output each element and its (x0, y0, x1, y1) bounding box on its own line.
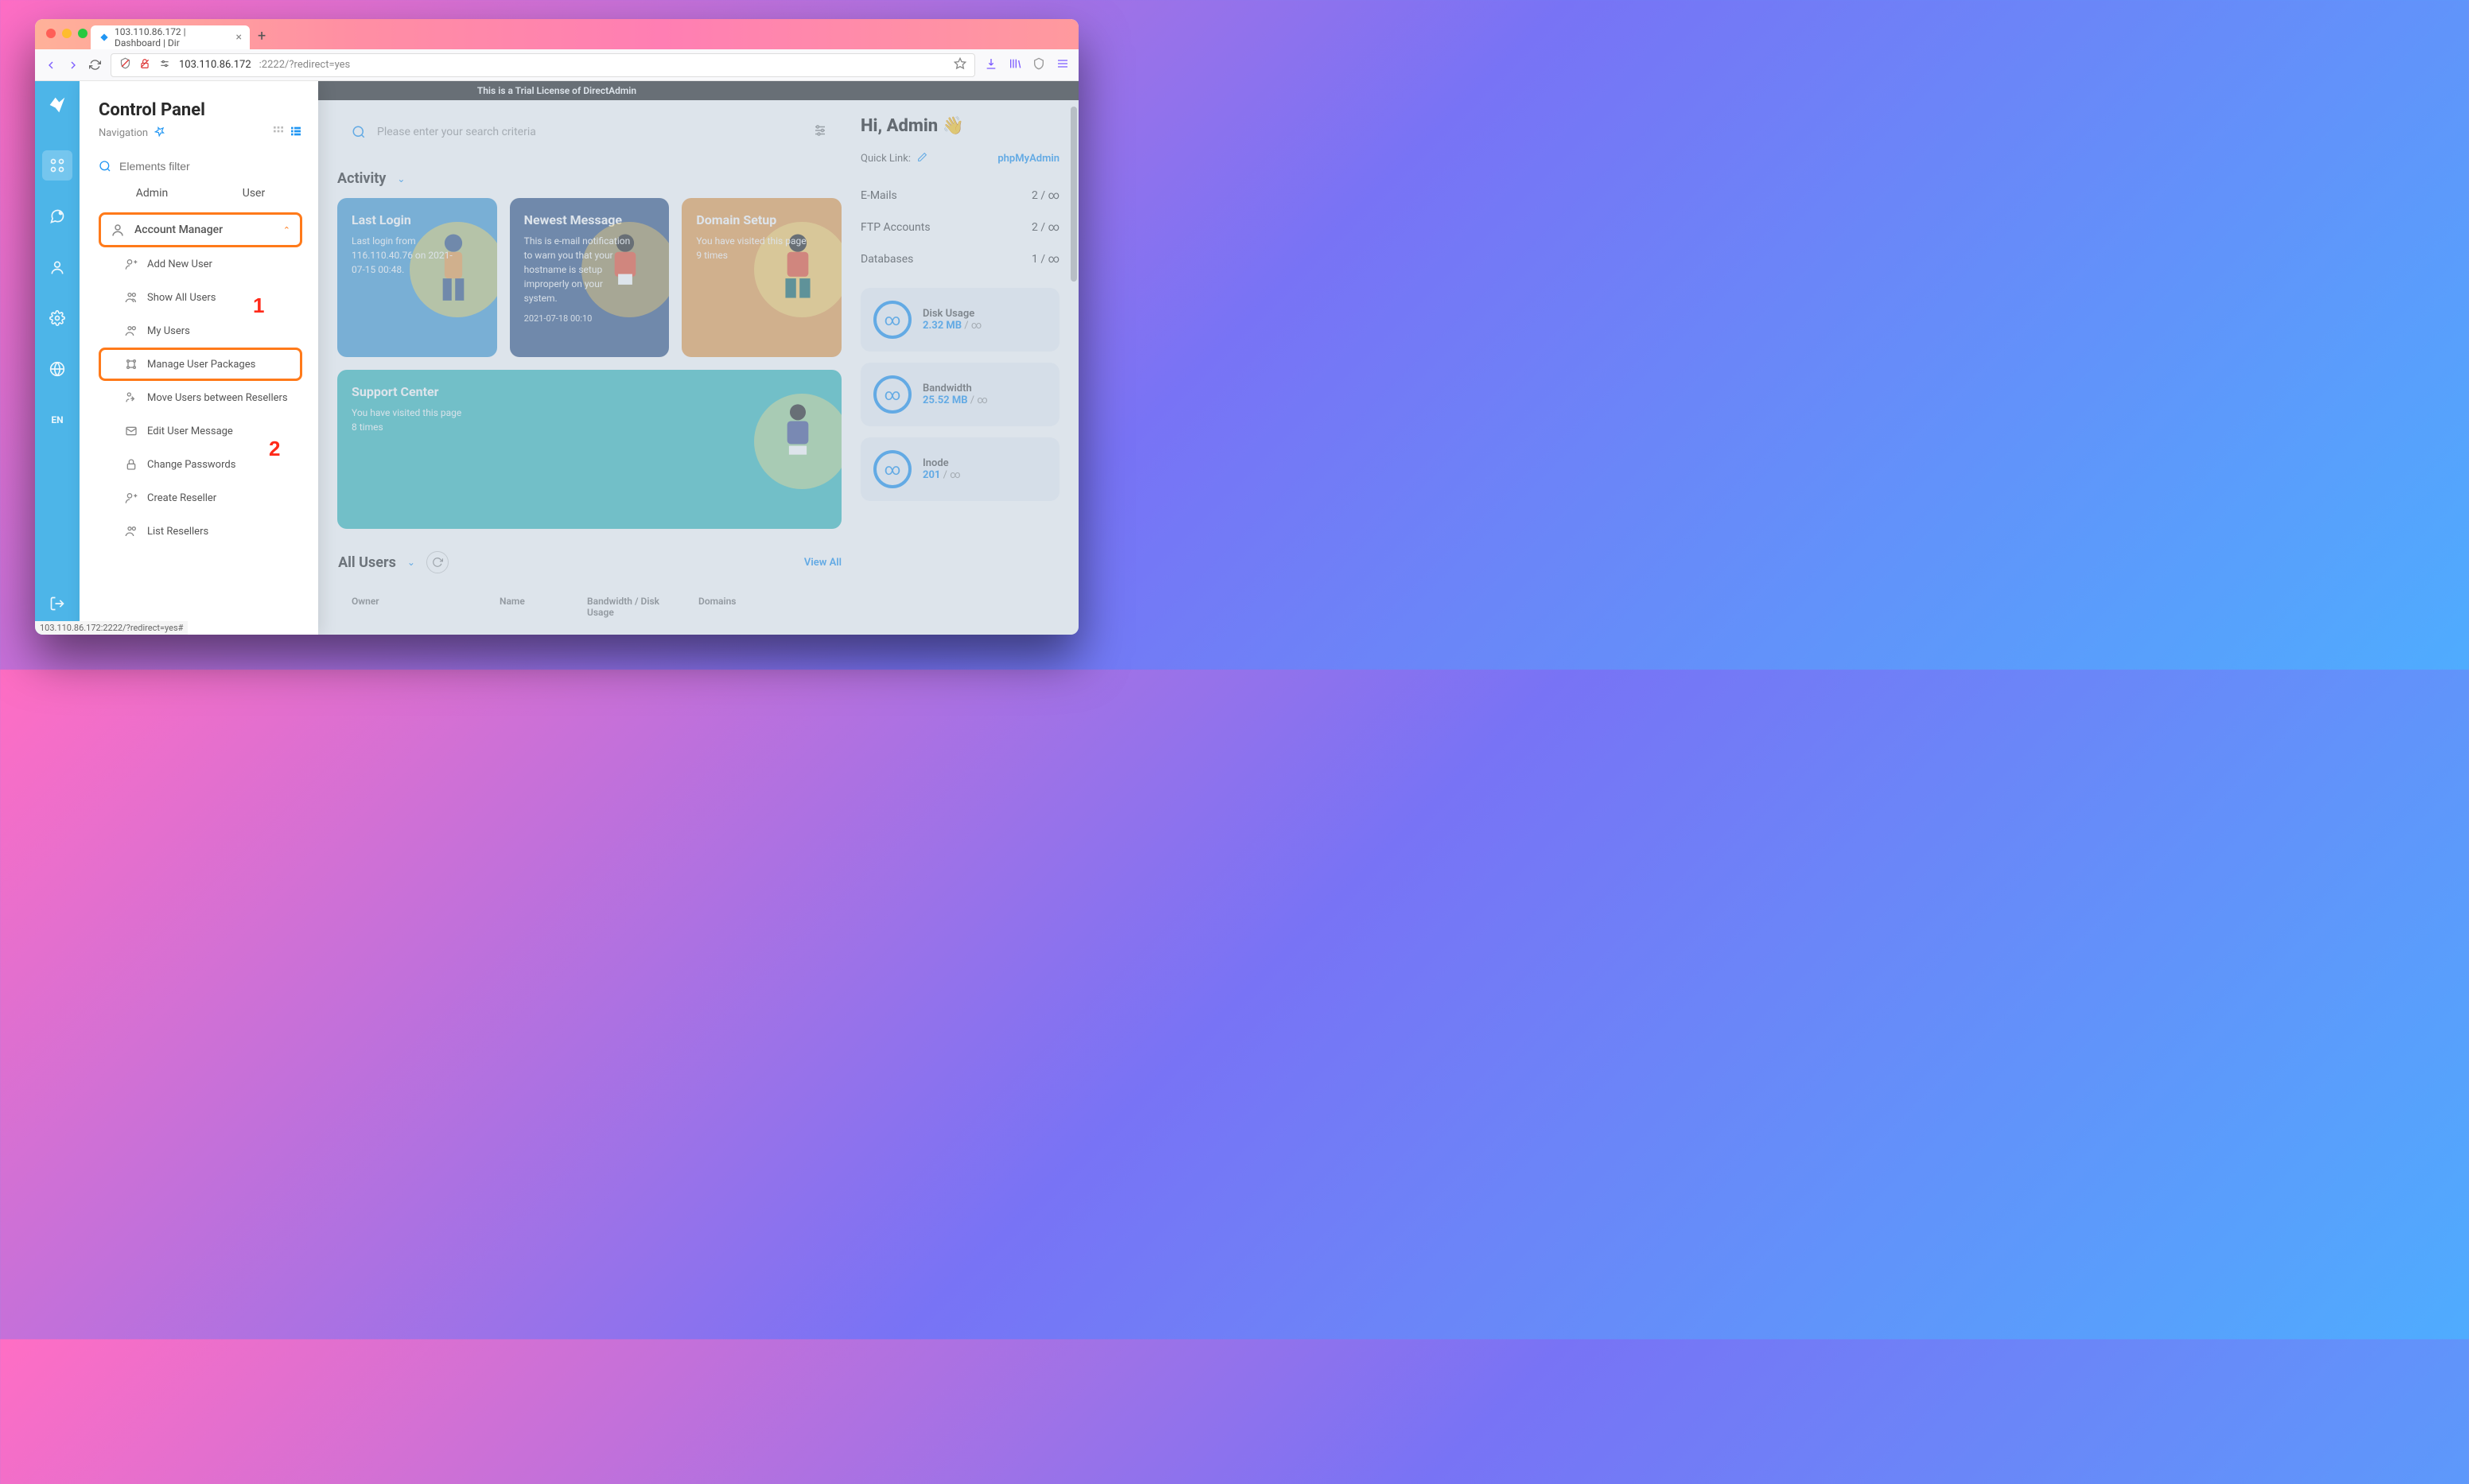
menu-list-resellers[interactable]: List Resellers (99, 515, 302, 548)
statcard-bandwidth[interactable]: ∞ Bandwidth25.52 MB / ∞ (861, 363, 1060, 426)
card-support-center[interactable]: Support Center You have visited this pag… (337, 370, 842, 529)
col-domains: Domains (698, 596, 827, 618)
grid-view-icon[interactable] (272, 125, 285, 141)
tab-title: 103.110.86.172 | Dashboard | Dir (115, 26, 228, 49)
flyout-subtitle: Navigation (99, 127, 148, 139)
activity-header: Activity (337, 170, 386, 187)
browser-toolbar: 103.110.86.172 :2222/?redirect=yes (35, 49, 1079, 81)
left-rail: ! EN (35, 81, 80, 635)
search-filter-icon[interactable] (813, 123, 827, 141)
rail-dashboard-icon[interactable] (42, 150, 72, 181)
reload-button[interactable] (89, 59, 101, 71)
search-bar[interactable]: Please enter your search criteria (337, 113, 842, 151)
infinity-icon: ∞ (873, 301, 912, 339)
menu-icon[interactable] (1056, 57, 1069, 73)
download-icon[interactable] (985, 57, 997, 73)
menu-show-all-users[interactable]: Show All Users (99, 281, 302, 314)
menu-add-new-user[interactable]: Add New User (99, 247, 302, 281)
rail-user-icon[interactable] (42, 252, 72, 282)
pin-icon[interactable] (154, 126, 165, 140)
statcard-disk[interactable]: ∞ Disk Usage2.32 MB / ∞ (861, 288, 1060, 352)
rail-settings-icon[interactable] (42, 303, 72, 333)
quicklink-label: Quick Link: (861, 153, 911, 165)
app-logo-icon[interactable] (46, 94, 68, 122)
stat-ftp: FTP Accounts2 / ∞ (861, 212, 1060, 243)
col-name: Name (500, 596, 571, 618)
browser-tab[interactable]: 103.110.86.172 | Dashboard | Dir × (91, 25, 250, 49)
browser-tabbar: 103.110.86.172 | Dashboard | Dir × + (35, 19, 1079, 49)
minimize-window-button[interactable] (62, 29, 72, 38)
list-view-icon[interactable] (290, 125, 302, 141)
tab-admin[interactable]: Admin (136, 187, 168, 200)
svg-text:!: ! (60, 212, 61, 216)
section-account-manager[interactable]: Account Manager ⌃ (99, 212, 302, 247)
rail-messages-icon[interactable]: ! (42, 201, 72, 231)
elements-filter-input[interactable] (119, 160, 302, 173)
owner-table: Owner (337, 585, 472, 629)
status-bar: 103.110.86.172:2222/?redirect=yes# (35, 621, 188, 635)
card-last-login[interactable]: Last Login Last login from 116.110.40.76… (337, 198, 497, 357)
rail-language[interactable]: EN (42, 405, 72, 435)
lock-icon[interactable] (139, 58, 150, 72)
quicklink-phpmyadmin[interactable]: phpMyAdmin (997, 153, 1060, 165)
infinity-icon: ∞ (873, 450, 912, 488)
new-tab-button[interactable]: + (258, 28, 266, 45)
rail-globe-icon[interactable] (42, 354, 72, 384)
back-button[interactable] (45, 59, 57, 72)
url-host: 103.110.86.172 (179, 59, 251, 71)
menu-create-reseller[interactable]: Create Reseller (99, 481, 302, 515)
greeting: Hi, Admin 👋 (861, 116, 1060, 136)
chevron-down-icon[interactable]: ⌄ (397, 173, 405, 185)
menu-my-users[interactable]: My Users (99, 314, 302, 348)
shield-block-icon[interactable] (119, 57, 131, 72)
search-icon (99, 160, 111, 173)
scrollbar[interactable] (1071, 107, 1077, 282)
url-path: :2222/?redirect=yes (259, 59, 351, 71)
card-domain-setup[interactable]: Domain Setup You have visited this page … (682, 198, 842, 357)
navigation-flyout: Control Panel Navigation Admin User 1 (80, 81, 318, 635)
permissions-icon[interactable] (158, 58, 171, 72)
tab-favicon (99, 32, 110, 43)
flyout-title: Control Panel (99, 100, 302, 120)
all-users-header: All Users (338, 554, 396, 571)
all-users-view-all[interactable]: View All (804, 557, 842, 569)
window-controls (46, 29, 87, 38)
stat-databases: Databases1 / ∞ (861, 243, 1060, 275)
menu-manage-user-packages[interactable]: Manage User Packages (99, 348, 302, 381)
menu-move-users[interactable]: Move Users between Resellers (99, 381, 302, 414)
url-bar[interactable]: 103.110.86.172 :2222/?redirect=yes (111, 53, 975, 77)
close-window-button[interactable] (46, 29, 56, 38)
chevron-down-icon[interactable]: ⌄ (407, 557, 415, 568)
shield-icon[interactable] (1032, 57, 1045, 73)
library-icon[interactable] (1009, 57, 1021, 73)
annotation-1: 1 (253, 293, 264, 318)
edit-icon[interactable] (917, 152, 927, 165)
section-label: Account Manager (134, 223, 223, 236)
stat-emails: E-Mails2 / ∞ (861, 180, 1060, 212)
tab-user[interactable]: User (243, 187, 265, 200)
close-tab-icon[interactable]: × (236, 31, 242, 44)
search-placeholder: Please enter your search criteria (377, 126, 536, 138)
illustration-icon (770, 402, 826, 481)
statcard-inode[interactable]: ∞ Inode201 / ∞ (861, 437, 1060, 501)
annotation-2: 2 (269, 437, 280, 461)
search-icon (352, 125, 366, 139)
bookmark-star-icon[interactable] (954, 57, 966, 73)
infinity-icon: ∞ (873, 375, 912, 414)
refresh-icon[interactable] (426, 551, 449, 573)
forward-button[interactable] (67, 59, 80, 72)
users-table: Name Bandwidth / Disk Usage Domains (485, 585, 842, 629)
col-bandwidth: Bandwidth / Disk Usage (587, 596, 682, 618)
col-owner: Owner (352, 596, 423, 607)
rail-logout-icon[interactable] (42, 589, 72, 619)
maximize-window-button[interactable] (78, 29, 87, 38)
chevron-up-icon: ⌃ (283, 225, 290, 235)
card-newest-message[interactable]: Newest Message This is e-mail notificati… (510, 198, 670, 357)
